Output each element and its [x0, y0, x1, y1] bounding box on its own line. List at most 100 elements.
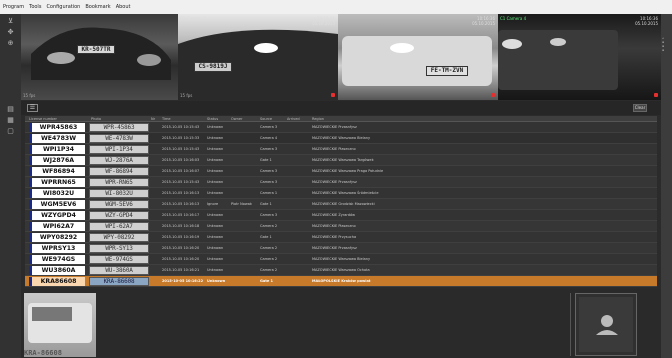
cell-time: 2015-10-05 10:15:43 — [162, 180, 200, 184]
cell-source: Camera 1 — [260, 191, 278, 195]
table-row[interactable]: WJ2876A WJ-2876A 2015-10-05 10:16:03 Unknow… — [25, 155, 657, 166]
table-row[interactable]: WGM5EV6 WGM-5EV6 2015-10-05 10:16:13 Ignore… — [25, 199, 657, 210]
cell-source: Gate 1 — [260, 279, 273, 283]
cell-time: 2015-10-05 10:16:07 — [162, 169, 200, 173]
col-arrived[interactable]: Arrived — [287, 117, 300, 121]
table-row[interactable]: WPI62A7 WPI-62A7 2015-10-05 10:16:18 Unknow… — [25, 221, 657, 232]
cell-status: Unknown — [207, 213, 224, 217]
plate-photo: WPY-08292 — [89, 233, 149, 242]
plate-number: KRA86608 — [29, 277, 85, 286]
table-row[interactable]: WZYGPD4 WZY-GPD4 2015-10-05 10:16:17 Unknow… — [25, 210, 657, 221]
camera-tool-icon[interactable]: ⊻ — [5, 17, 16, 25]
camera-view-1[interactable]: KR-507TR 15 fps — [21, 14, 178, 100]
table-row[interactable]: WE4783W WE-4783W 2015-10-05 10:15:33 Unknow… — [25, 133, 657, 144]
col-nr[interactable]: Nr — [151, 117, 155, 121]
cell-region: MAZOWIECKIE Grodzisk Mazowiecki — [312, 202, 375, 206]
menu-configuration[interactable]: Configuration — [46, 4, 80, 10]
cell-source: Camera 3 — [260, 213, 278, 217]
table-row[interactable]: WPRSY13 WPR-SY13 2015-10-05 10:16:20 Unknow… — [25, 243, 657, 254]
menu-tools[interactable]: Tools — [29, 4, 41, 10]
cell-region: MAŁOPOLSKIE Kraków powiat — [312, 279, 371, 283]
table-row[interactable]: WF86894 WF-86894 2015-10-05 10:16:07 Unknow… — [25, 166, 657, 177]
cell-region: MAZOWIECKIE Piaseczno — [312, 147, 356, 151]
cell-status: Unknown — [207, 279, 226, 283]
list-view-icon[interactable]: ▦ — [5, 116, 16, 124]
cell-status: Unknown — [207, 191, 224, 195]
table-row[interactable]: WPRRN65 WPR-RN65 2015-10-05 10:15:43 Unknow… — [25, 177, 657, 188]
camera-view-3[interactable]: 10:16:36 05.10.2015 FE-TM-ZVN — [338, 14, 498, 100]
detail-panel: KRA-86608 — [21, 289, 661, 358]
camera-plate-2: CS-9819J — [194, 62, 232, 72]
col-photo[interactable]: Photo — [91, 117, 101, 121]
side-panel-text: ◂ ▪ ▪ ▪ — [662, 36, 665, 52]
cell-time: 2015-10-05 10:16:22 — [162, 279, 204, 283]
camera-view-4[interactable]: C1 Camera 4 10:16:36 05.10.2015 — [498, 14, 661, 100]
plate-photo: WI-8032U — [89, 189, 149, 198]
cell-source: Camera 3 — [260, 180, 278, 184]
cell-status: Unknown — [207, 180, 224, 184]
cell-time: 2015-10-05 10:16:03 — [162, 158, 200, 162]
record-indicator-icon — [654, 93, 658, 97]
vehicle-snapshot[interactable]: KRA-86608 — [24, 293, 96, 357]
menu-bookmark[interactable]: Bookmark — [85, 4, 110, 10]
cell-status: Unknown — [207, 268, 224, 272]
plate-number: WPY08292 — [29, 233, 85, 242]
cell-time: 2015-10-05 10:16:20 — [162, 246, 200, 250]
cell-region: MAZOWIECKIE Przasnfysz — [312, 246, 357, 250]
grid-view-icon[interactable]: ▢ — [5, 127, 16, 135]
cell-time: 2015-10-05 10:15:43 — [162, 147, 200, 151]
table-row[interactable]: WPY08292 WPY-08292 2015-10-05 10:16:19 Unkn… — [25, 232, 657, 243]
menu-program[interactable]: Program — [3, 4, 24, 10]
plate-number: WPRSY13 — [29, 244, 85, 253]
plate-number: WPR45863 — [29, 123, 85, 132]
right-side-panel[interactable]: ◂ ▪ ▪ ▪ — [661, 14, 672, 358]
col-license-number[interactable]: License number — [29, 117, 57, 121]
col-source[interactable]: Source — [260, 117, 272, 121]
table-row[interactable]: WPI1P34 WPI-1P34 2015-10-05 10:15:43 Unknow… — [25, 144, 657, 155]
plate-number: WE974GS — [29, 255, 85, 264]
plate-number: WE4783W — [29, 134, 85, 143]
cell-time: 2015-10-05 10:16:17 — [162, 213, 200, 217]
zoom-tool-icon[interactable]: ⊕ — [5, 39, 16, 47]
car-silhouette-icon — [31, 27, 171, 80]
cell-status: Unknown — [207, 125, 224, 129]
col-owner[interactable]: Owner — [231, 117, 242, 121]
plate-photo: WJ-2876A — [89, 156, 149, 165]
table-row[interactable]: WI8032U WI-8032U 2015-10-05 10:16:13 Unknow… — [25, 188, 657, 199]
col-region[interactable]: Region — [312, 117, 324, 121]
cell-status: Ignore — [207, 202, 219, 206]
panel-divider — [570, 293, 571, 356]
plate-photo: WPI-62A7 — [89, 222, 149, 231]
cell-region: MAZOWIECKIE Warszawa Bielany — [312, 136, 371, 140]
camera-view-2[interactable]: C2 Camera 2 10:16:36 05.10.2015 CS-9819J … — [178, 14, 338, 100]
list-icon[interactable]: ☰ — [27, 104, 38, 112]
cell-source: Camera 4 — [260, 136, 278, 140]
cell-status: Unknown — [207, 246, 224, 250]
cell-region: MAZOWIECKIE Warszawa Praga Południe — [312, 169, 384, 173]
menu-about[interactable]: About — [116, 4, 131, 10]
avatar-icon — [596, 315, 618, 335]
cell-region: MAZOWIECKIE Warszawa Śródmieście — [312, 191, 379, 195]
cell-source: Gate 1 — [260, 158, 272, 162]
move-tool-icon[interactable]: ✥ — [5, 28, 16, 36]
cell-source: Camera 2 — [260, 246, 278, 250]
table-row[interactable]: WU3860A WU-3860A 2015-10-05 10:16:21 Unknow… — [25, 265, 657, 276]
record-indicator-icon — [331, 93, 335, 97]
col-status[interactable]: Status — [207, 117, 218, 121]
clear-button[interactable]: Clear — [633, 104, 647, 112]
plate-number: WGM5EV6 — [29, 200, 85, 209]
cell-time: 2015-10-05 10:16:20 — [162, 257, 200, 261]
table-row[interactable]: WE974GS WE-974GS 2015-10-05 10:16:20 Unknow… — [25, 254, 657, 265]
cell-source: Camera 2 — [260, 224, 278, 228]
left-tool-strip: ⊻ ✥ ⊕ ▤ ▦ ▢ — [0, 14, 21, 358]
table-row[interactable]: KRA86608 KRA-86608 2015-10-05 10:16:22 Unkn… — [25, 276, 657, 287]
settings-tool-icon[interactable]: ▤ — [5, 105, 16, 113]
cell-source: Camera 2 — [260, 257, 278, 261]
col-time[interactable]: Time — [162, 117, 171, 121]
cell-region: MAZOWIECKIE Warszawa Bielany — [312, 257, 371, 261]
cell-time: 2015-10-05 10:16:13 — [162, 202, 200, 206]
recognition-table: License number Photo Nr Time Status Owne… — [25, 116, 657, 287]
camera-fps-1: 15 fps — [23, 93, 36, 98]
table-row[interactable]: WPR45863 WPR-45863 2015-10-05 10:15:43 Unkn… — [25, 122, 657, 133]
cell-time: 2015-10-05 10:15:43 — [162, 125, 200, 129]
